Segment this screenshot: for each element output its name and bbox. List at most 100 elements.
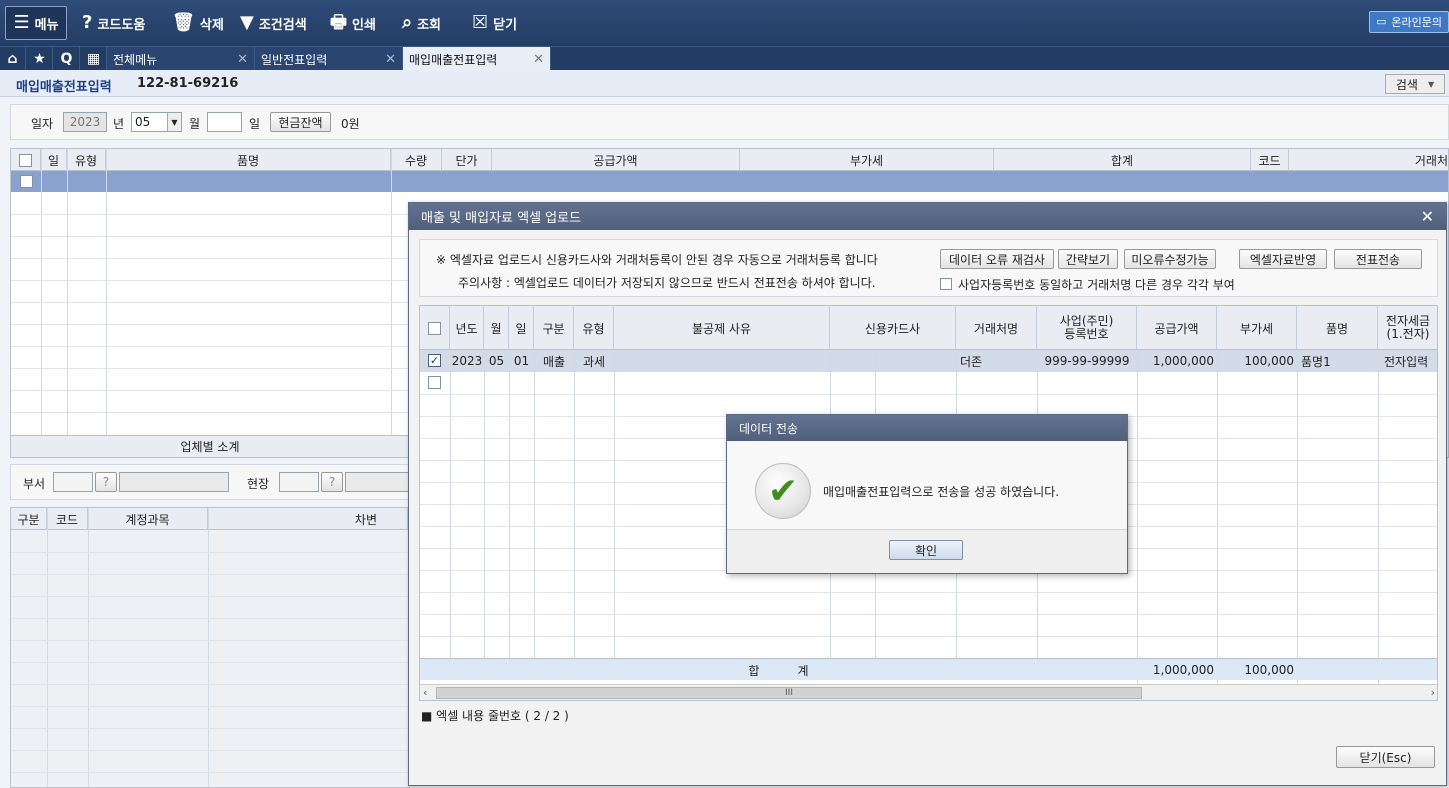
row-number-note: ■ 엑셀 내용 줄번호 ( 2 / 2 ) [421,709,569,723]
site-code-input[interactable] [279,472,319,492]
same-bizno-label: 사업자등록번호 동일하고 거래처명 다른 경우 각각 부여 [958,278,1235,292]
trash-icon: 🗑 [172,12,195,33]
code-help-button[interactable]: ? 코드도움 [82,6,145,40]
tab-bar: ⌂ ★ Q ▦ 전체메뉴 ✕ 일반전표입력 ✕ 매입매출전표입력 ✕ [0,46,1449,71]
dept-name-field [119,472,229,492]
query-button[interactable]: ⌕ 조회 [402,6,441,40]
grid-line [41,149,42,437]
home-icon[interactable]: ⌂ [0,47,26,71]
upload-row[interactable]: ✓ 2023 05 01 매출 과세 더존 999-99-99999 1,000… [420,350,1437,372]
col-year: 년도 [450,306,484,350]
col-customer: 거래처 [1289,149,1448,171]
simple-view-button[interactable]: 간략보기 [1058,249,1118,269]
dept-code-input[interactable] [53,472,93,492]
site-name-field [345,472,409,492]
col-vat: 부가세 [1217,306,1297,350]
total-supply: 1,000,000 [1152,663,1214,677]
delete-button[interactable]: 🗑 삭제 [172,6,224,40]
col-item-name: 품명 [1297,306,1378,350]
grid-line [11,390,409,391]
row-checkbox[interactable] [428,376,441,389]
total-label: 합 계 [748,663,809,678]
cell-supply: 1,000,000 [1152,354,1214,368]
grid-line [11,214,409,215]
tab-close-icon[interactable]: ✕ [385,52,396,67]
col-type: 유형 [574,306,614,350]
select-all-checkbox-cell[interactable] [11,149,41,171]
cell-month: 05 [488,354,505,368]
col-day: 일 [509,306,534,350]
same-bizno-checkbox[interactable] [940,278,952,290]
dialog-close-button[interactable]: 닫기(Esc) [1336,746,1435,768]
grid-line [11,280,409,281]
main-toolbar: ☰ 메뉴 ? 코드도움 🗑 삭제 ▼ 조건검색 🖶 인쇄 ⌕ 조회 ☒ 닫기 ▭ 온라인문의 [0,0,1449,46]
cell-year: 2023 [451,354,483,368]
print-button[interactable]: 🖶 인쇄 [330,6,376,40]
cell-e-invoice: 전자입력 [1384,354,1429,369]
site-help-button[interactable]: ? [321,472,343,492]
cash-balance-button[interactable]: 현금잔액 [270,112,331,132]
unfixed-editable-button[interactable]: 미오류수정가능 [1124,249,1216,269]
tab-purchase-sales[interactable]: 매입매출전표입력 ✕ [403,47,551,71]
tab-close-icon[interactable]: ✕ [237,52,248,67]
horizontal-scrollbar[interactable]: ‹ III › [420,684,1437,700]
row-checkbox-checked[interactable]: ✓ [428,354,441,367]
grid-line [420,636,1437,637]
day-input[interactable] [207,112,242,132]
col-nondeduct-reason: 불공제 사유 [614,306,830,350]
grid-line [11,728,409,729]
checkbox[interactable] [19,153,32,167]
row-checkbox[interactable] [20,175,33,188]
cell-customer: 더존 [960,354,983,369]
grid-line [208,508,209,787]
cell-item: 품명1 [1301,354,1331,369]
day-unit-label: 일 [249,117,261,131]
tab-all-menu[interactable]: 전체메뉴 ✕ [107,47,255,71]
col-month: 월 [484,306,509,350]
condition-search-button[interactable]: ▼ 조건검색 [240,6,307,40]
grid-line [11,346,409,347]
grid-icon[interactable]: ▦ [81,47,107,71]
q-icon[interactable]: Q [54,47,80,71]
star-icon[interactable]: ★ [27,47,53,71]
scroll-right-icon[interactable]: › [1431,686,1435,699]
select-all-checkbox-cell[interactable] [420,306,450,350]
cash-balance-value: 0원 [341,117,360,131]
notice-line-2: 주의사항 : 엑셀업로드 데이터가 저장되지 않으므로 반드시 전표전송 하셔야… [458,276,876,290]
tab-general-voucher[interactable]: 일반전표입력 ✕ [255,47,403,71]
month-unit-label: 월 [189,117,201,131]
recheck-errors-button[interactable]: 데이터 오류 재검사 [940,249,1054,269]
close-icon[interactable]: ✕ [1421,207,1434,226]
grid-line [11,368,409,369]
send-voucher-button[interactable]: 전표전송 [1334,249,1422,269]
col-supply-amount: 공급가액 [1137,306,1217,350]
filter-icon: ▼ [240,12,254,33]
grid-line [11,324,409,325]
col-item: 품명 [106,149,391,171]
cell-kind: 매출 [542,354,566,369]
online-inquiry-button[interactable]: ▭ 온라인문의 [1368,11,1449,33]
selected-row[interactable] [11,171,1448,192]
close-button[interactable]: ☒ 닫기 [472,6,517,40]
col-total: 합계 [994,149,1251,171]
scroll-left-icon[interactable]: ‹ [423,686,427,699]
grid-line [11,684,409,685]
month-select[interactable]: 05 ▼ [131,112,182,132]
ok-button[interactable]: 확인 [889,540,963,560]
dept-help-button[interactable]: ? [95,472,117,492]
checkbox[interactable] [428,321,441,335]
grid-line [11,258,409,259]
col-account: 계정과목 [88,508,208,530]
menu-button[interactable]: ☰ 메뉴 [5,6,67,40]
question-icon: ? [82,12,93,33]
col-code: 코드 [1251,149,1289,171]
year-input[interactable]: 2023 [63,112,107,132]
search-dropdown-button[interactable]: 검색 ▼ [1385,74,1445,94]
grid-line [11,302,409,303]
apply-excel-button[interactable]: 엑셀자료반영 [1239,249,1327,269]
scroll-thumb[interactable]: III [436,687,1142,699]
tab-close-icon[interactable]: ✕ [533,52,544,67]
cell-day: 01 [513,354,530,368]
notice-line-1: ※ 엑셀자료 업로드시 신용카드사와 거래처등록이 안된 경우 자동으로 거래처… [436,253,878,267]
dept-site-bar: 부서 ? 현장 ? [10,464,410,500]
